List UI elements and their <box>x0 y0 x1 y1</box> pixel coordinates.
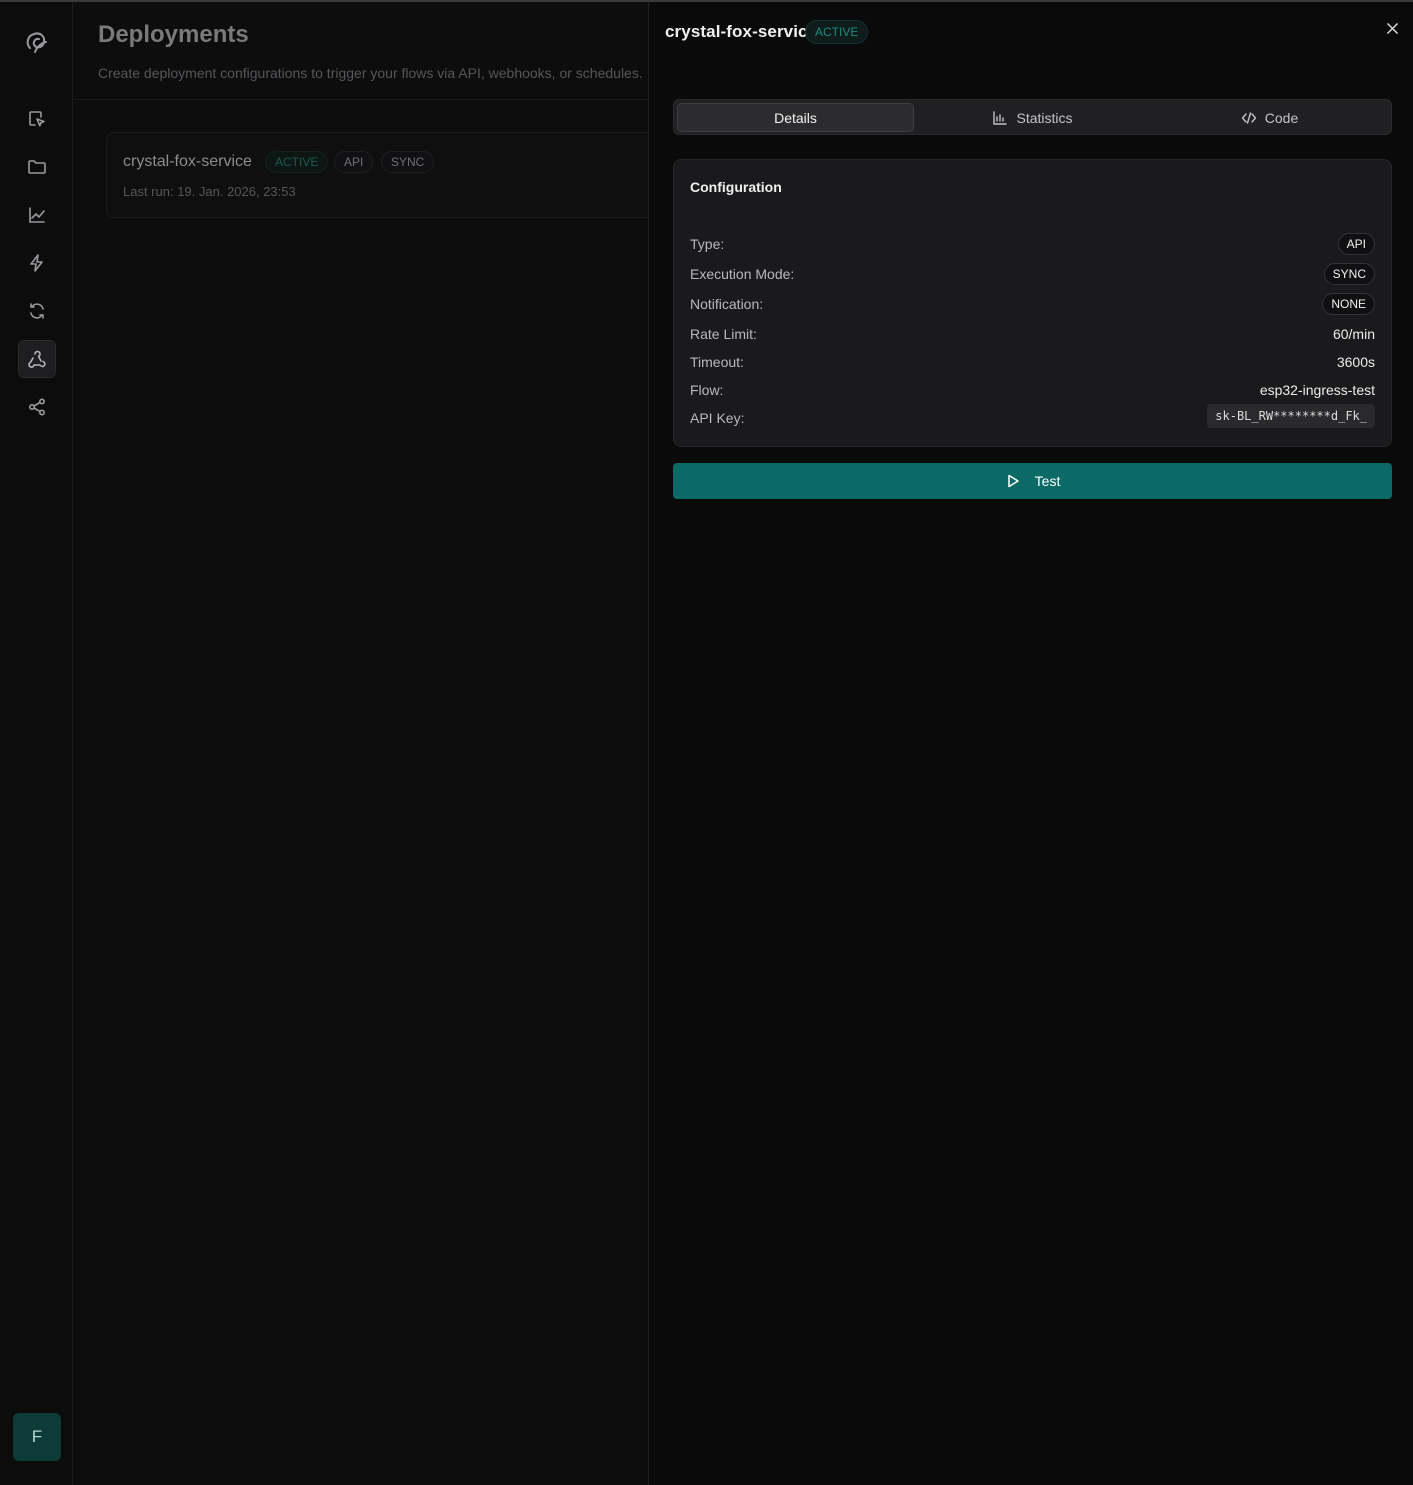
user-avatar[interactable]: F <box>13 1413 61 1461</box>
config-row-notification: Notification: NONE <box>690 293 1375 317</box>
drawer-status-badge: ACTIVE <box>805 20 869 44</box>
bar-chart-icon <box>993 110 1008 125</box>
deployment-drawer: crystal-fox-service ACTIVE Details Stati… <box>648 2 1413 1485</box>
page-subtitle: Create deployment configurations to trig… <box>98 65 643 81</box>
config-row-api-key: API Key: sk-BL_RW********d_Fk_ <box>690 404 1375 431</box>
config-row-timeout: Timeout: 3600s <box>690 351 1375 375</box>
drawer-title: crystal-fox-service <box>665 22 818 41</box>
main-content: Deployments Create deployment configurat… <box>74 2 666 1485</box>
configuration-panel: Configuration Type: API Execution Mode: … <box>673 159 1392 447</box>
timeout-label: Timeout: <box>690 354 744 370</box>
share-icon <box>28 398 46 416</box>
sidebar-item-deployments[interactable] <box>18 340 56 378</box>
sidebar: F <box>0 2 73 1485</box>
sidebar-item-triggers[interactable] <box>18 244 56 282</box>
tab-details[interactable]: Details <box>677 103 914 132</box>
page-header: Deployments Create deployment configurat… <box>74 2 648 100</box>
tab-code[interactable]: Code <box>1151 103 1388 132</box>
config-row-execution-mode: Execution Mode: SYNC <box>690 263 1375 287</box>
tab-statistics[interactable]: Statistics <box>914 103 1151 132</box>
config-row-type: Type: API <box>690 233 1375 257</box>
configuration-title: Configuration <box>690 179 782 195</box>
test-button[interactable]: Test <box>673 463 1392 499</box>
type-label: Type: <box>690 236 725 252</box>
mode-badge: SYNC <box>381 151 435 173</box>
execution-mode-value: SYNC <box>1323 263 1375 285</box>
api-key-label: API Key: <box>690 410 745 426</box>
webhook-icon <box>28 350 46 368</box>
close-button[interactable] <box>1382 18 1402 38</box>
sidebar-item-analytics[interactable] <box>18 196 56 234</box>
notification-label: Notification: <box>690 296 764 312</box>
timeout-value: 3600s <box>1336 354 1375 370</box>
sidebar-item-sync[interactable] <box>18 292 56 330</box>
edit-cursor-icon <box>29 111 45 127</box>
status-badge: ACTIVE <box>265 151 329 173</box>
rate-limit-label: Rate Limit: <box>690 326 757 342</box>
drawer-tabs: Details Statistics Code <box>673 99 1392 135</box>
rate-limit-value: 60/min <box>1332 326 1375 342</box>
chart-line-icon <box>29 207 45 223</box>
last-run: Last run: 19. Jan. 2026, 23:53 <box>123 184 296 199</box>
config-row-rate-limit: Rate Limit: 60/min <box>690 323 1375 347</box>
sidebar-item-editor[interactable] <box>18 100 56 138</box>
flow-label: Flow: <box>690 382 724 398</box>
execution-mode-label: Execution Mode: <box>690 266 795 282</box>
code-icon <box>1241 111 1256 124</box>
app-logo-icon[interactable] <box>22 26 52 56</box>
deployment-name: crystal-fox-service <box>123 153 252 170</box>
tab-details-label: Details <box>774 109 817 126</box>
notification-value: NONE <box>1322 293 1375 315</box>
api-key-value[interactable]: sk-BL_RW********d_Fk_ <box>1207 404 1375 428</box>
tab-statistics-label: Statistics <box>1016 109 1073 126</box>
config-row-flow: Flow: esp32-ingress-test <box>690 379 1375 403</box>
deployment-card[interactable]: crystal-fox-service ACTIVE API SYNC Last… <box>106 132 666 218</box>
type-value: API <box>1337 233 1375 255</box>
sidebar-item-files[interactable] <box>18 148 56 186</box>
play-icon <box>1007 474 1019 488</box>
type-badge: API <box>334 151 374 173</box>
tab-code-label: Code <box>1264 109 1299 126</box>
test-button-label: Test <box>1034 473 1061 489</box>
lightning-icon <box>30 254 43 272</box>
page-title: Deployments <box>98 21 249 48</box>
folder-icon <box>28 160 46 174</box>
flow-value[interactable]: esp32-ingress-test <box>1260 382 1375 398</box>
sidebar-item-share[interactable] <box>18 388 56 426</box>
close-icon <box>1386 22 1398 34</box>
refresh-icon <box>30 303 44 319</box>
